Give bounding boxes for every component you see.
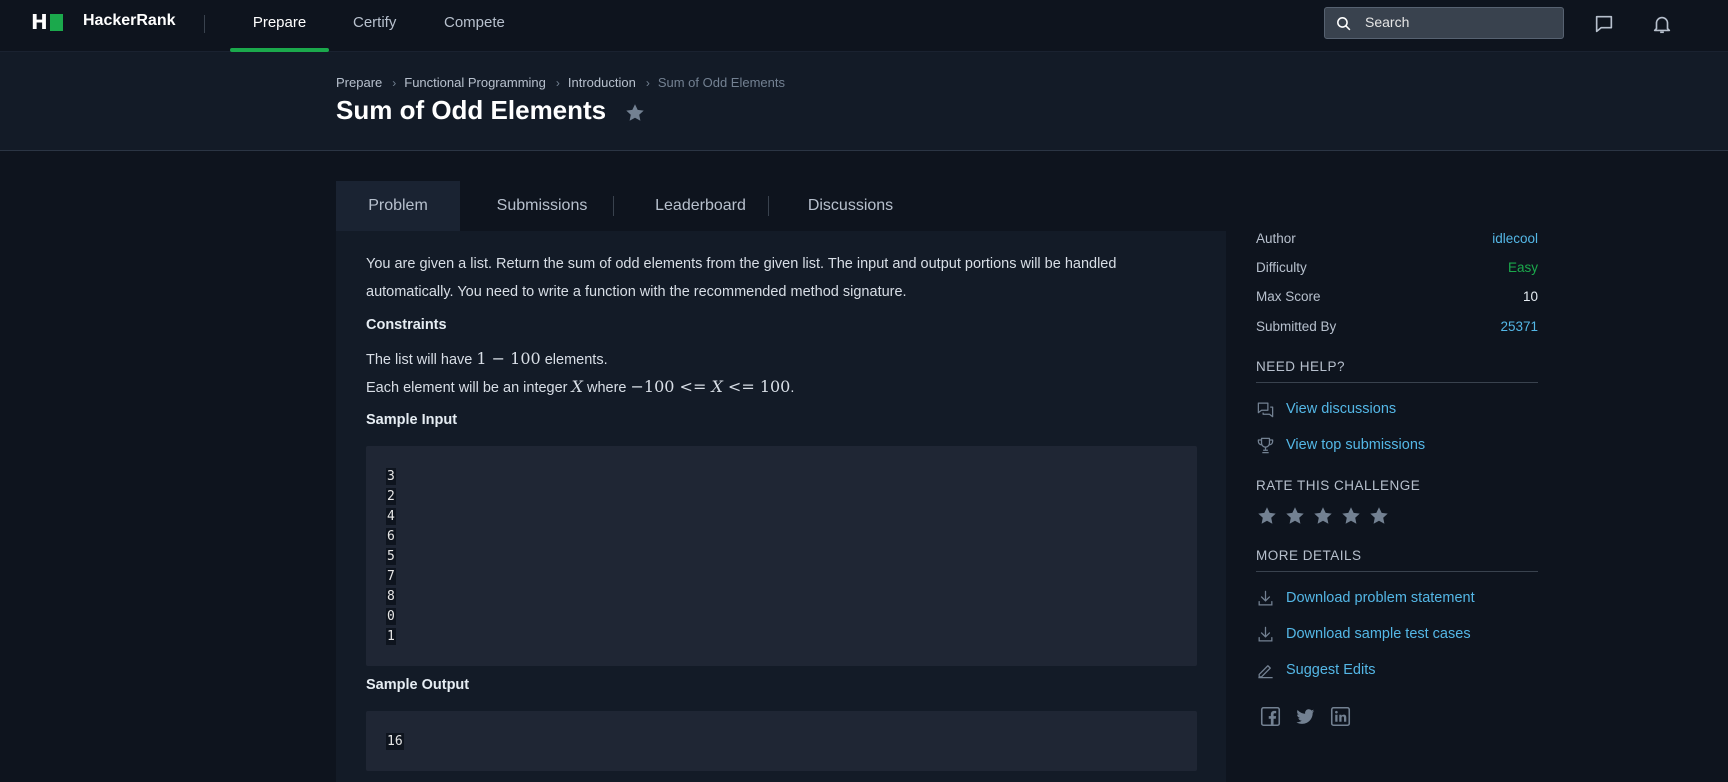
code-line: 1 [386, 628, 396, 645]
sample-output-heading: Sample Output [366, 677, 470, 693]
notifications-bell-icon[interactable] [1651, 13, 1673, 35]
star-icon[interactable] [1312, 505, 1334, 527]
problem-intro-line1: You are given a list. Return the sum of … [366, 256, 1117, 272]
constraint-text: elements. [540, 352, 608, 368]
twitter-icon[interactable] [1295, 706, 1316, 727]
meta-label: Difficulty [1256, 260, 1307, 275]
tab-leaderboard[interactable]: Leaderboard [623, 181, 778, 231]
discussions-icon [1257, 402, 1274, 417]
math-variable: X [711, 377, 723, 396]
challenge-header: Prepare › Functional Programming › Intro… [0, 52, 1728, 151]
breadcrumb-functional-programming[interactable]: Functional Programming [404, 75, 546, 90]
brand-name[interactable]: HackerRank [83, 12, 176, 30]
constraint-text: The list will have [366, 352, 477, 368]
view-top-submissions-link[interactable]: View top submissions [1256, 434, 1425, 456]
download-icon [1258, 626, 1273, 641]
constraint-text: Each element will be an integer [366, 380, 572, 396]
breadcrumb: Prepare › Functional Programming › Intro… [336, 75, 785, 90]
chevron-right-icon: › [555, 75, 560, 90]
nav-item-compete[interactable]: Compete [444, 0, 505, 52]
meta-label: Submitted By [1256, 319, 1337, 334]
star-rating[interactable] [1256, 505, 1396, 527]
download-statement-link[interactable]: Download problem statement [1256, 587, 1475, 609]
need-help-heading: NEED HELP? [1256, 359, 1346, 374]
sample-input-block: 3 2 4 6 5 7 8 0 1 [366, 446, 1197, 666]
star-icon[interactable] [1340, 505, 1362, 527]
code-line: 16 [386, 733, 404, 750]
constraint-text: . [790, 380, 795, 396]
facebook-icon[interactable] [1260, 706, 1281, 727]
code-line: 5 [386, 548, 396, 565]
section-divider [1256, 382, 1538, 383]
social-share [1260, 706, 1365, 727]
view-discussions-link[interactable]: View discussions [1256, 398, 1396, 420]
nav-divider [204, 15, 205, 33]
linkedin-icon[interactable] [1330, 706, 1351, 727]
problem-statement: You are given a list. Return the sum of … [336, 231, 1226, 782]
author-link[interactable]: idlecool [1492, 231, 1538, 246]
code-line: 0 [386, 608, 396, 625]
page-title: Sum of Odd Elements [336, 95, 607, 125]
download-tests-link[interactable]: Download sample test cases [1256, 623, 1471, 645]
rate-heading: RATE THIS CHALLENGE [1256, 478, 1421, 493]
messages-icon[interactable] [1593, 13, 1615, 35]
code-line: 8 [386, 588, 396, 605]
tab-discussions[interactable]: Discussions [778, 181, 923, 231]
trophy-icon [1257, 437, 1274, 453]
math-expression: <= 100 [722, 377, 791, 396]
top-navbar: H HackerRank Prepare Certify Compete [0, 0, 1728, 52]
breadcrumb-introduction[interactable]: Introduction [568, 75, 636, 90]
code-line: 4 [386, 508, 396, 525]
math-expression: 1 − 100 [476, 349, 541, 368]
hackerrank-logo-icon[interactable]: H [31, 12, 65, 32]
chevron-right-icon: › [392, 75, 397, 90]
math-expression: −100 <= [630, 377, 712, 396]
problem-intro-line2: automatically. You need to write a funct… [366, 284, 907, 300]
view-top-submissions-label[interactable]: View top submissions [1286, 437, 1425, 453]
suggest-edits-label[interactable]: Suggest Edits [1286, 662, 1375, 678]
download-statement-label[interactable]: Download problem statement [1286, 590, 1475, 606]
star-icon[interactable] [1368, 505, 1390, 527]
suggest-edits-link[interactable]: Suggest Edits [1256, 659, 1375, 681]
constraint-element-range: Each element will be an integer X where … [366, 373, 794, 402]
more-details-heading: MORE DETAILS [1256, 548, 1362, 563]
breadcrumb-current: Sum of Odd Elements [657, 75, 785, 90]
max-score-value: 10 [1522, 289, 1538, 304]
sample-output-block: 16 [366, 711, 1197, 771]
search-box[interactable] [1324, 7, 1564, 39]
code-line: 2 [386, 488, 396, 505]
star-icon[interactable] [1256, 505, 1278, 527]
code-line: 6 [386, 528, 396, 545]
search-icon [1337, 17, 1351, 31]
nav-item-prepare[interactable]: Prepare [230, 0, 329, 52]
search-input[interactable] [1365, 14, 1545, 30]
difficulty-value: Easy [1507, 260, 1538, 275]
sample-input-heading: Sample Input [366, 412, 458, 428]
constraints-heading: Constraints [366, 317, 447, 333]
code-line: 7 [386, 568, 396, 585]
constraint-text: where [582, 380, 631, 396]
download-tests-label[interactable]: Download sample test cases [1286, 626, 1471, 642]
tab-divider [613, 196, 614, 216]
meta-label: Author [1256, 231, 1296, 246]
code-line: 3 [386, 468, 396, 485]
tab-submissions[interactable]: Submissions [460, 181, 624, 231]
tab-problem[interactable]: Problem [336, 181, 460, 231]
submitted-by-link[interactable]: 25371 [1500, 319, 1538, 334]
tab-divider [768, 196, 769, 216]
section-divider [1256, 571, 1538, 572]
chevron-right-icon: › [645, 75, 650, 90]
star-icon[interactable] [1284, 505, 1306, 527]
breadcrumb-prepare[interactable]: Prepare [336, 75, 382, 90]
view-discussions-label[interactable]: View discussions [1286, 401, 1396, 417]
pencil-icon [1258, 664, 1273, 678]
download-icon [1258, 590, 1273, 605]
nav-item-certify[interactable]: Certify [353, 0, 396, 52]
math-variable: X [571, 377, 583, 396]
constraint-list-size: The list will have 1 − 100 elements. [366, 345, 608, 374]
meta-label: Max Score [1256, 289, 1321, 304]
bookmark-star-icon[interactable] [624, 102, 646, 129]
